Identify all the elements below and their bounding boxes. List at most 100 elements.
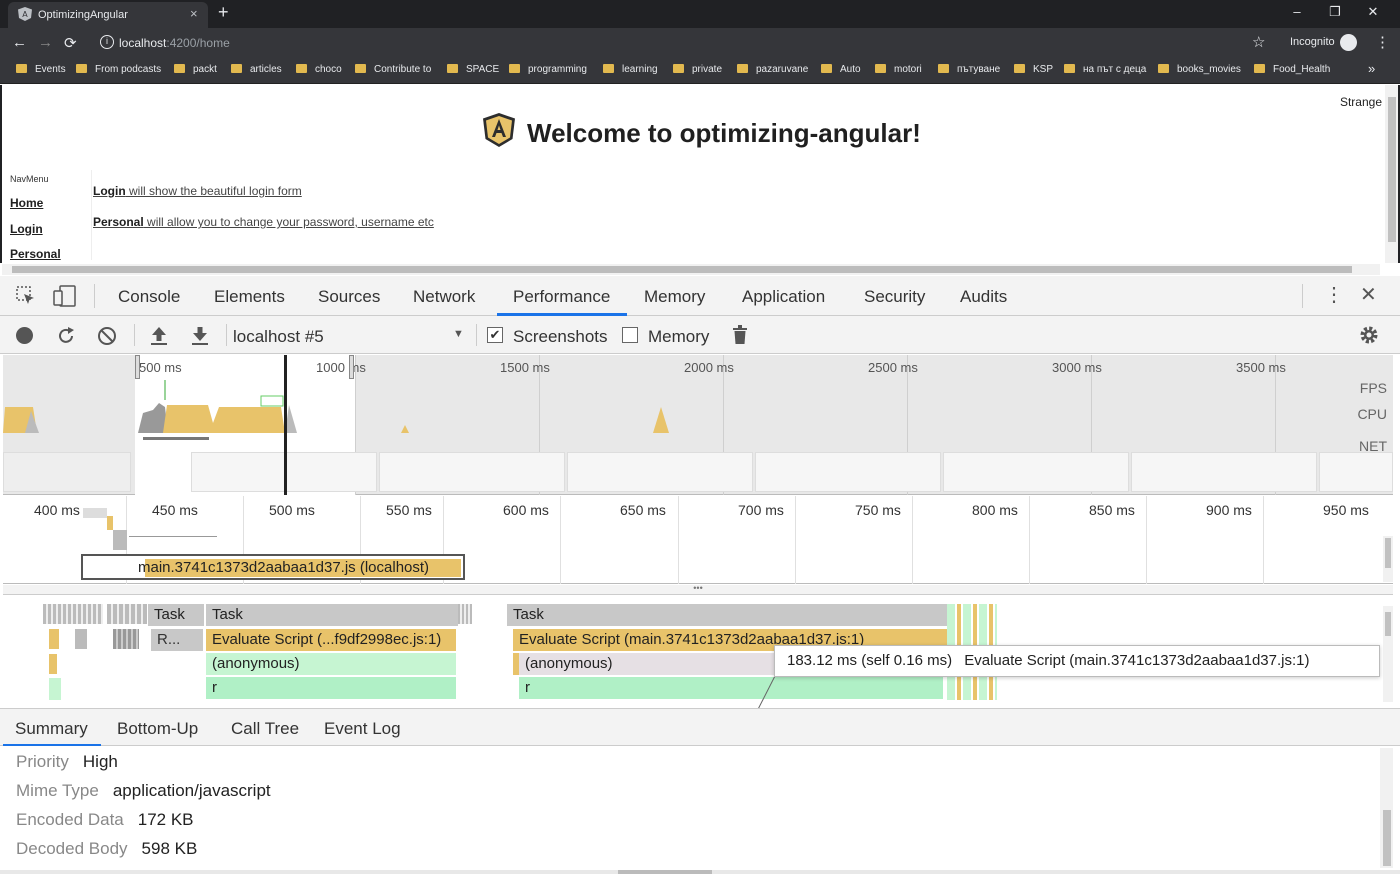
flame-evaluate-script[interactable]: Evaluate Script (...f9df2998ec.js:1) bbox=[206, 629, 456, 651]
incognito-icon[interactable] bbox=[1340, 34, 1357, 51]
clear-icon[interactable] bbox=[97, 326, 117, 346]
screenshot-thumbnail[interactable] bbox=[379, 452, 565, 492]
screenshot-thumbnail[interactable] bbox=[1319, 452, 1393, 492]
screenshot-thumbnail[interactable] bbox=[3, 452, 131, 492]
scrollbar-thumb[interactable] bbox=[1383, 810, 1391, 866]
ruler-scrollbar[interactable] bbox=[1383, 536, 1393, 582]
screenshot-thumbnail[interactable] bbox=[755, 452, 941, 492]
garbage-collect-icon[interactable] bbox=[732, 325, 748, 345]
task-slice[interactable] bbox=[75, 629, 87, 649]
tab-elements[interactable]: Elements bbox=[214, 287, 285, 307]
task-cluster[interactable] bbox=[458, 604, 472, 624]
site-info-icon[interactable]: i bbox=[100, 35, 114, 49]
new-tab-button[interactable]: + bbox=[218, 2, 229, 23]
task-cluster[interactable] bbox=[107, 604, 147, 624]
login-description[interactable]: Login will show the beautiful login form bbox=[93, 184, 302, 198]
record-icon[interactable] bbox=[16, 327, 33, 344]
tab-memory[interactable]: Memory bbox=[644, 287, 705, 307]
forward-icon[interactable]: → bbox=[38, 34, 53, 51]
bookmark-folder[interactable]: SPACE bbox=[447, 64, 499, 75]
script-slice[interactable] bbox=[49, 629, 59, 649]
timeline-overview[interactable]: 500 ms 1000 ms 1500 ms 2000 ms 2500 ms 3… bbox=[3, 355, 1393, 495]
close-devtools-icon[interactable]: ✕ bbox=[1360, 282, 1377, 307]
selection-handle-left[interactable] bbox=[135, 355, 140, 379]
nav-link-personal[interactable]: Personal bbox=[10, 247, 61, 261]
bookmark-folder[interactable]: на път с деца bbox=[1064, 64, 1146, 75]
tab-application[interactable]: Application bbox=[742, 287, 825, 307]
close-tab-icon[interactable]: × bbox=[190, 6, 198, 21]
bookmark-folder[interactable]: Auto bbox=[821, 64, 861, 75]
upload-profile-icon[interactable] bbox=[150, 326, 168, 346]
profile-select[interactable]: localhost #5 ▼ bbox=[233, 324, 469, 348]
drawer-handle[interactable] bbox=[618, 870, 712, 874]
bookmark-folder[interactable]: articles bbox=[231, 64, 282, 75]
bookmark-folder[interactable]: Events bbox=[16, 64, 66, 75]
tab-summary[interactable]: Summary bbox=[15, 719, 88, 739]
capture-settings-gear-icon[interactable] bbox=[1359, 325, 1379, 345]
scrollbar-thumb[interactable] bbox=[1388, 97, 1396, 242]
tab-network[interactable]: Network bbox=[413, 287, 475, 307]
flame-r-function[interactable]: r bbox=[206, 677, 456, 699]
flame-task[interactable]: Task bbox=[148, 604, 204, 626]
bookmark-folder[interactable]: пътуване bbox=[938, 64, 1000, 75]
tab-bottom-up[interactable]: Bottom-Up bbox=[117, 719, 198, 739]
tab-console[interactable]: Console bbox=[118, 287, 180, 307]
bookmark-folder[interactable]: programming bbox=[509, 64, 587, 75]
scrollbar-thumb[interactable] bbox=[1385, 538, 1391, 568]
device-toolbar-icon[interactable] bbox=[53, 285, 77, 307]
tab-sources[interactable]: Sources bbox=[318, 287, 380, 307]
reload-icon[interactable]: ⟳ bbox=[64, 34, 77, 52]
tab-call-tree[interactable]: Call Tree bbox=[231, 719, 299, 739]
maximize-icon[interactable]: ❐ bbox=[1320, 4, 1350, 20]
tab-event-log[interactable]: Event Log bbox=[324, 719, 401, 739]
bookmark-folder[interactable]: learning bbox=[603, 64, 658, 75]
bookmark-star-icon[interactable]: ☆ bbox=[1252, 33, 1265, 51]
personal-description[interactable]: Personal will allow you to change your p… bbox=[93, 215, 434, 229]
browser-menu-icon[interactable]: ⋮ bbox=[1375, 33, 1390, 51]
network-request-bar[interactable]: main.3741c1373d2aabaa1d37.js (localhost) bbox=[81, 554, 465, 580]
bookmark-folder[interactable]: pazaruvane bbox=[737, 64, 808, 75]
inspect-element-icon[interactable] bbox=[16, 286, 36, 306]
devtools-menu-icon[interactable]: ⋮ bbox=[1324, 282, 1344, 307]
scrollbar-thumb[interactable] bbox=[1385, 612, 1391, 636]
flame-r-slice[interactable]: R... bbox=[151, 629, 203, 651]
selection-handle-right[interactable] bbox=[349, 355, 354, 379]
close-window-icon[interactable]: ✕ bbox=[1358, 4, 1388, 20]
screenshots-checkbox[interactable]: ✔ bbox=[487, 327, 503, 343]
panel-resizer[interactable]: ••• bbox=[3, 584, 1393, 595]
bookmark-folder[interactable]: Contribute to bbox=[355, 64, 431, 75]
task-cluster[interactable] bbox=[43, 604, 103, 624]
tab-audits[interactable]: Audits bbox=[960, 287, 1007, 307]
flame-scrollbar[interactable] bbox=[1383, 606, 1393, 702]
tab-performance[interactable]: Performance bbox=[513, 287, 610, 307]
memory-checkbox[interactable] bbox=[622, 327, 638, 343]
bookmark-folder[interactable]: packt bbox=[174, 64, 217, 75]
flame-anonymous[interactable]: (anonymous) bbox=[206, 653, 456, 675]
screenshot-thumbnail[interactable] bbox=[943, 452, 1129, 492]
flame-task[interactable]: Task bbox=[206, 604, 458, 626]
flame-task[interactable]: Task bbox=[507, 604, 947, 626]
page-horizontal-scrollbar[interactable] bbox=[2, 264, 1380, 275]
screenshot-thumbnail[interactable] bbox=[1131, 452, 1317, 492]
bookmark-folder[interactable]: choco bbox=[296, 64, 342, 75]
reload-profile-icon[interactable] bbox=[56, 326, 76, 346]
bookmark-folder[interactable]: From podcasts bbox=[76, 64, 161, 75]
scrollbar-thumb[interactable] bbox=[12, 266, 1352, 273]
bookmarks-overflow-icon[interactable]: » bbox=[1368, 61, 1375, 76]
nav-link-home[interactable]: Home bbox=[10, 196, 43, 210]
nav-link-login[interactable]: Login bbox=[10, 222, 43, 236]
function-slice[interactable] bbox=[49, 678, 61, 700]
bookmark-folder[interactable]: private bbox=[673, 64, 722, 75]
bookmark-folder[interactable]: Food_Health bbox=[1254, 64, 1330, 75]
bookmark-folder[interactable]: KSP bbox=[1014, 64, 1053, 75]
page-vertical-scrollbar[interactable] bbox=[1385, 85, 1398, 263]
bookmark-folder[interactable]: books_movies bbox=[1158, 64, 1241, 75]
minimize-icon[interactable]: – bbox=[1282, 4, 1312, 19]
bookmark-folder[interactable]: motori bbox=[875, 64, 922, 75]
task-cluster[interactable] bbox=[113, 629, 139, 649]
address-bar[interactable]: i localhost:4200/home ☆ Incognito ⋮ bbox=[92, 31, 1390, 55]
back-icon[interactable]: ← bbox=[12, 34, 27, 51]
summary-scrollbar[interactable] bbox=[1380, 748, 1393, 868]
script-slice[interactable] bbox=[49, 654, 57, 674]
screenshot-thumbnail[interactable] bbox=[567, 452, 753, 492]
